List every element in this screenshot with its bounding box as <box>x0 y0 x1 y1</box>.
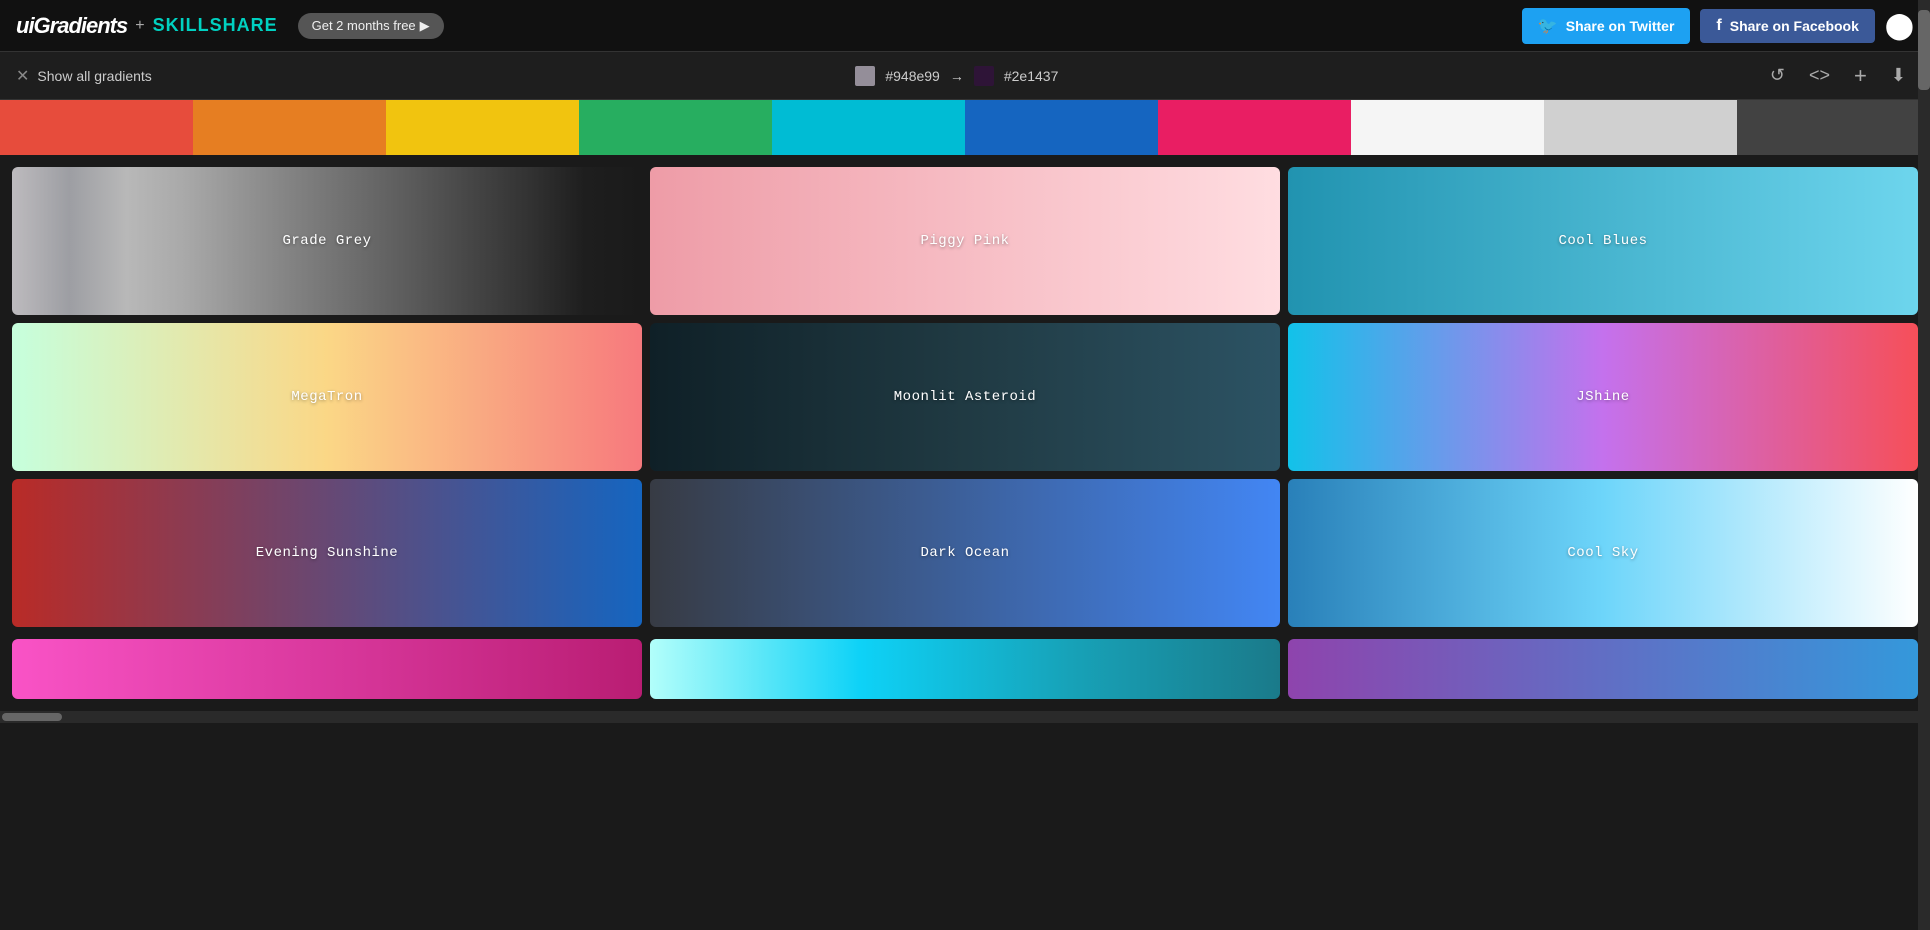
color-from-swatch <box>855 66 875 86</box>
gradient-card-grade-grey[interactable]: Grade Grey <box>12 167 642 315</box>
facebook-share-button[interactable]: f Share on Facebook <box>1700 9 1874 43</box>
filter-white[interactable] <box>1351 100 1544 155</box>
header: uiGradients + SKILLSHARE Get 2 months fr… <box>0 0 1930 52</box>
filter-dark-gray[interactable] <box>1737 100 1930 155</box>
gradient-label: Dark Ocean <box>920 545 1009 561</box>
toolbar: ✕ Show all gradients #948e99 → #2e1437 ↺… <box>0 52 1930 100</box>
promo-arrow-icon: ▶ <box>420 18 430 34</box>
facebook-icon: f <box>1716 17 1721 35</box>
bottom-scrollbar-thumb[interactable] <box>2 713 62 721</box>
code-button[interactable]: <> <box>1801 61 1838 90</box>
gradient-label: Cool Blues <box>1558 233 1647 249</box>
gradient-grid-bottom <box>0 639 1930 711</box>
filter-blue[interactable] <box>965 100 1158 155</box>
show-all-gradients-button[interactable]: ✕ Show all gradients <box>16 66 152 86</box>
twitter-icon: 🐦 <box>1538 16 1558 36</box>
github-button[interactable]: ⬤ <box>1885 10 1914 41</box>
gradient-card-dark-ocean[interactable]: Dark Ocean <box>650 479 1280 627</box>
filter-orange[interactable] <box>193 100 386 155</box>
logo-area: uiGradients + SKILLSHARE Get 2 months fr… <box>16 13 444 39</box>
twitter-share-button[interactable]: 🐦 Share on Twitter <box>1522 8 1691 44</box>
logo: uiGradients <box>16 13 127 39</box>
color-to-swatch <box>974 66 994 86</box>
filter-yellow[interactable] <box>386 100 579 155</box>
gradient-card-jshine[interactable]: JShine <box>1288 323 1918 471</box>
show-all-label: Show all gradients <box>37 68 151 84</box>
filter-red[interactable] <box>0 100 193 155</box>
gradient-card-partial-0[interactable] <box>12 639 642 699</box>
gradient-card-cool-sky[interactable]: Cool Sky <box>1288 479 1918 627</box>
gradient-card-partial-1[interactable] <box>650 639 1280 699</box>
gradient-card-moonlit-asteroid[interactable]: Moonlit Asteroid <box>650 323 1280 471</box>
filter-green[interactable] <box>579 100 772 155</box>
header-right: 🐦 Share on Twitter f Share on Facebook ⬤ <box>1522 8 1914 44</box>
gradient-info: #948e99 → #2e1437 <box>855 66 1058 86</box>
gradient-card-cool-blues[interactable]: Cool Blues <box>1288 167 1918 315</box>
gradient-card-partial-2[interactable] <box>1288 639 1918 699</box>
refresh-button[interactable]: ↺ <box>1762 61 1793 90</box>
color-filter-bar <box>0 100 1930 155</box>
gradient-card-megatron[interactable]: MegaTron <box>12 323 642 471</box>
scrollbar-thumb[interactable] <box>1918 10 1930 90</box>
filter-cyan[interactable] <box>772 100 965 155</box>
add-button[interactable]: + <box>1846 59 1875 93</box>
bottom-scrollbar[interactable] <box>0 711 1930 723</box>
promo-button[interactable]: Get 2 months free ▶ <box>298 13 444 39</box>
twitter-label: Share on Twitter <box>1566 18 1675 34</box>
download-button[interactable]: ⬇ <box>1883 61 1914 90</box>
skillshare-brand: SKILLSHARE <box>153 15 278 36</box>
plus-separator: + <box>135 17 144 35</box>
gradient-label: Moonlit Asteroid <box>894 389 1036 405</box>
facebook-label: Share on Facebook <box>1730 18 1859 34</box>
color-from-value: #948e99 <box>885 68 940 84</box>
gradient-label: Cool Sky <box>1567 545 1638 561</box>
gradient-card-evening-sunshine[interactable]: Evening Sunshine <box>12 479 642 627</box>
gradient-label: Evening Sunshine <box>256 545 398 561</box>
filter-light-gray[interactable] <box>1544 100 1737 155</box>
toolbar-actions: ↺ <> + ⬇ <box>1762 59 1914 93</box>
gradient-label: MegaTron <box>291 389 362 405</box>
promo-label: Get 2 months free <box>312 18 416 33</box>
github-icon: ⬤ <box>1885 10 1914 40</box>
filter-magenta[interactable] <box>1158 100 1351 155</box>
gradient-grid: Grade Grey Piggy Pink Cool Blues MegaTron Mo… <box>0 155 1930 639</box>
right-scrollbar[interactable] <box>1918 0 1930 930</box>
gradient-label: JShine <box>1576 389 1629 405</box>
gradient-card-piggy-pink[interactable]: Piggy Pink <box>650 167 1280 315</box>
gradient-label: Piggy Pink <box>920 233 1009 249</box>
close-icon: ✕ <box>16 66 29 86</box>
gradient-label: Grade Grey <box>282 233 371 249</box>
color-to-value: #2e1437 <box>1004 68 1059 84</box>
arrow-icon: → <box>950 68 964 84</box>
